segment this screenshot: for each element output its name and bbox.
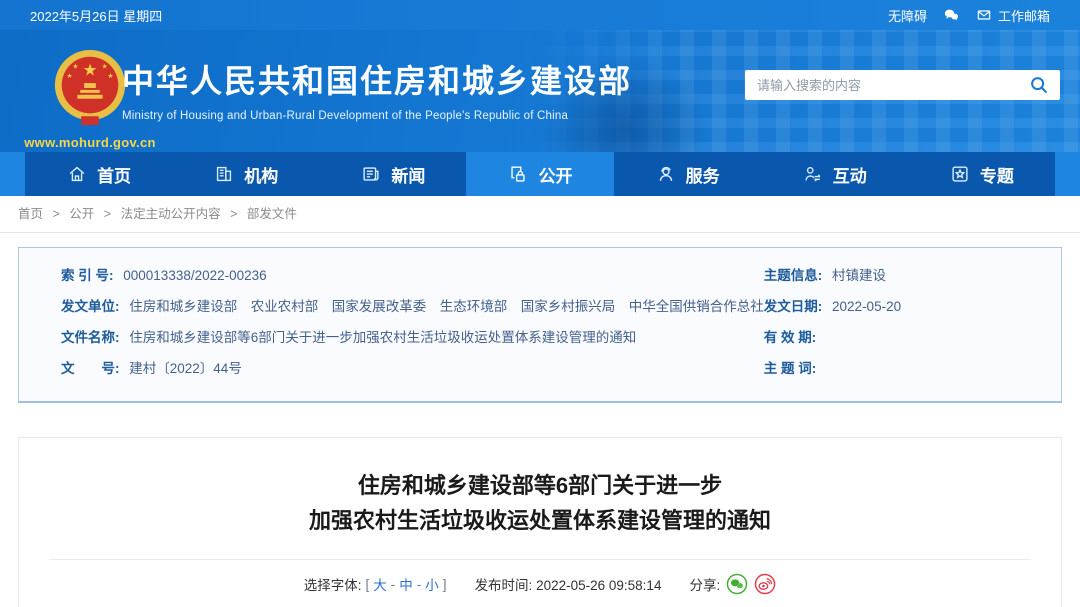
- topbar-links: 无障碍 工作邮箱: [888, 6, 1050, 25]
- article-title: 住房和城乡建设部等6部门关于进一步 加强农村生活垃圾收运处置体系建设管理的通知: [19, 468, 1061, 538]
- primary-nav-inner: 首页 机构 新闻 公开 服务 互动 专题: [25, 152, 1055, 196]
- nav-item-disclosure[interactable]: 公开: [466, 152, 614, 196]
- doc-keywords-row: 主 题 词:: [763, 361, 817, 376]
- search-icon[interactable]: [1028, 74, 1050, 96]
- nav-item-interaction[interactable]: 互动: [761, 152, 908, 196]
- breadcrumb-home[interactable]: 首页: [18, 207, 43, 221]
- doc-issuing-units-row: 发文单位: 住房和城乡建设部 农业农村部 国家发展改革委 生态环境部 国家乡村振…: [61, 299, 764, 314]
- share-weibo-icon[interactable]: [754, 573, 776, 595]
- svg-text:★: ★: [102, 63, 108, 70]
- nav-item-topics[interactable]: 专题: [908, 152, 1055, 196]
- article-title-line2: 加强农村生活垃圾收运处置体系建设管理的通知: [308, 508, 771, 533]
- primary-nav: 首页 机构 新闻 公开 服务 互动 专题: [0, 152, 1080, 196]
- share-group: 分享:: [689, 573, 776, 595]
- envelope-icon: [975, 7, 993, 23]
- page: 2022年5月26日 星期四 无障碍 工作邮箱 ★ ★ ★ ★ ★ www.mo…: [0, 0, 1080, 607]
- doc-info-left-column: 索 引 号: 000013338/2022-00236 发文单位: 住房和城乡建…: [19, 248, 764, 401]
- building-icon: [213, 163, 235, 185]
- breadcrumb-statutory-content[interactable]: 法定主动公开内容: [121, 207, 221, 221]
- dash: -: [390, 576, 396, 592]
- site-title: 中华人民共和国住房和城乡建设部: [122, 63, 633, 99]
- nav-item-news[interactable]: 新闻: [319, 152, 466, 196]
- font-select-label: 选择字体:: [303, 578, 362, 593]
- article-box: 住房和城乡建设部等6部门关于进一步 加强农村生活垃圾收运处置体系建设管理的通知 …: [18, 437, 1062, 607]
- accessibility-link[interactable]: 无障碍: [888, 6, 927, 25]
- title-divider: [49, 559, 1031, 560]
- publish-time-label: 发布时间:: [474, 578, 533, 593]
- wechat-bubbles-icon: [941, 6, 961, 24]
- current-date: 2022年5月26日 星期四: [30, 8, 163, 24]
- font-size-large[interactable]: 大: [373, 574, 387, 594]
- share-label: 分享:: [689, 578, 721, 593]
- star-box-icon: [949, 163, 971, 185]
- breadcrumb: 首页 > 公开 > 法定主动公开内容 > 部发文件: [0, 196, 1080, 233]
- dash: -: [416, 576, 422, 592]
- article-title-line1: 住房和城乡建设部等6部门关于进一步: [357, 473, 723, 498]
- topbar: 2022年5月26日 星期四 无障碍 工作邮箱: [0, 0, 1080, 30]
- site-header: ★ ★ ★ ★ ★ www.mohurd.gov.cn 中华人民共和国住房和城乡…: [0, 30, 1080, 152]
- svg-text:★: ★: [72, 63, 78, 70]
- national-emblem-icon: ★ ★ ★ ★ ★: [51, 46, 129, 133]
- work-mailbox-link[interactable]: 工作邮箱: [975, 6, 1050, 25]
- font-size-medium[interactable]: 中: [399, 574, 413, 594]
- site-title-block: 中华人民共和国住房和城乡建设部 Ministry of Housing and …: [122, 56, 632, 122]
- publish-time-value: 2022-05-26 09:58:14: [536, 578, 662, 593]
- doc-number-row: 文 号: 建村〔2022〕44号: [61, 361, 242, 376]
- breadcrumb-separator: >: [52, 207, 60, 221]
- share-wechat-icon[interactable]: [726, 573, 748, 595]
- home-icon: [66, 163, 88, 185]
- document-lock-icon: [507, 163, 529, 185]
- svg-text:★: ★: [66, 73, 72, 80]
- site-subtitle: Ministry of Housing and Urban-Rural Deve…: [122, 110, 569, 122]
- svg-text:★: ★: [83, 60, 98, 79]
- nav-item-services[interactable]: 服务: [614, 152, 761, 196]
- search-box: [745, 70, 1060, 100]
- article-meta-row: 选择字体: [ 大 - 中 - 小 ] 发布时间: 2022-05-26 09:…: [19, 573, 1061, 595]
- doc-validity-row: 有 效 期:: [763, 330, 817, 345]
- svg-text:★: ★: [107, 73, 113, 80]
- person-arrows-icon: [802, 163, 824, 185]
- bracket-open: [: [365, 576, 370, 592]
- breadcrumb-separator: >: [103, 207, 112, 221]
- wechat-icon[interactable]: [941, 6, 961, 24]
- nav-item-organization[interactable]: 机构: [172, 152, 319, 196]
- doc-index-number-row: 索 引 号: 000013338/2022-00236: [61, 268, 267, 283]
- site-url: www.mohurd.gov.cn: [24, 135, 156, 150]
- breadcrumb-separator: >: [230, 207, 238, 221]
- doc-topic-info-row: 主题信息: 村镇建设: [763, 268, 887, 283]
- service-agent-icon: [655, 163, 677, 185]
- publish-time-group: 发布时间: 2022-05-26 09:58:14: [475, 574, 662, 594]
- breadcrumb-disclosure[interactable]: 公开: [69, 207, 94, 221]
- bracket-close: ]: [442, 576, 447, 592]
- document-info-box: 索 引 号: 000013338/2022-00236 发文单位: 住房和城乡建…: [18, 247, 1062, 403]
- doc-issue-date-row: 发文日期: 2022-05-20: [763, 299, 902, 314]
- doc-info-right-column: 主题信息: 村镇建设 发文日期: 2022-05-20 有 效 期: 主 题 词…: [764, 248, 1061, 401]
- nav-item-home[interactable]: 首页: [25, 152, 172, 196]
- font-size-selector: 选择字体: [ 大 - 中 - 小 ]: [304, 574, 447, 594]
- search-input[interactable]: [757, 77, 1028, 93]
- newspaper-icon: [360, 163, 382, 185]
- font-size-small[interactable]: 小: [425, 574, 439, 594]
- doc-file-name-row: 文件名称: 住房和城乡建设部等6部门关于进一步加强农村生活垃圾收运处置体系建设管…: [61, 330, 637, 345]
- breadcrumb-current: 部发文件: [246, 207, 297, 221]
